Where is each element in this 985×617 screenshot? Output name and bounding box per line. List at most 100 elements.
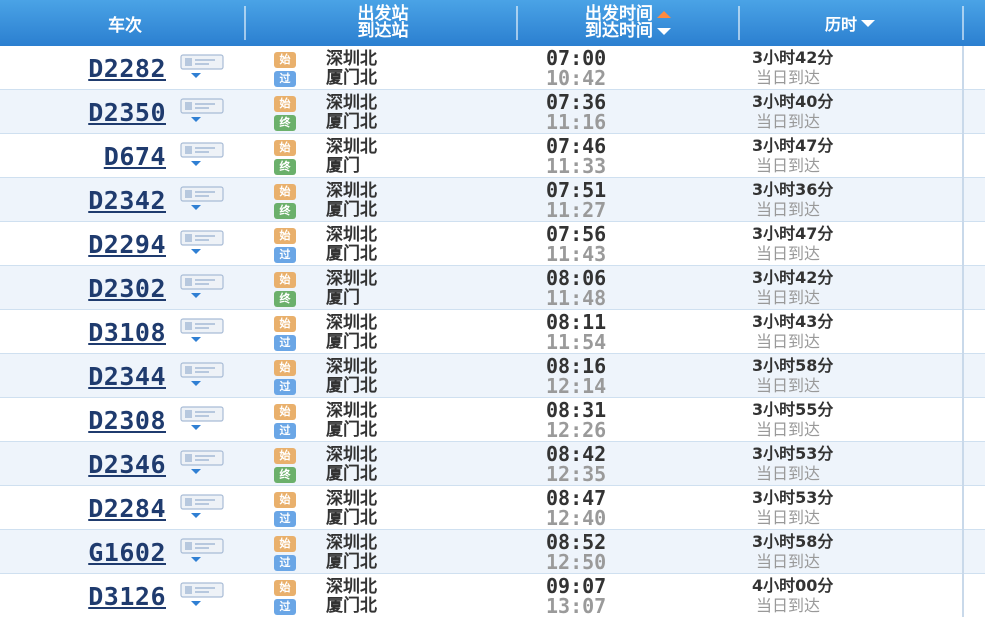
column-header-time[interactable]: 出发时间 到达时间 [518,0,738,46]
column-divider [962,46,964,90]
chevron-down-icon[interactable] [191,469,201,474]
column-header-duration[interactable]: 历时 [740,0,960,46]
from-station: 深圳北 [326,401,377,421]
duration: 3小时55分 [752,400,834,419]
arrival-day: 当日到达 [756,244,821,263]
chevron-down-icon[interactable] [191,513,201,518]
to-station: 厦门北 [326,596,377,616]
table-row[interactable]: D2342 始 深圳北 终 厦门北 07:51 11:27 3小时36分 当日到… [0,178,985,222]
column-header-train[interactable]: 车次 [0,0,250,46]
to-station: 厦门北 [326,508,377,528]
start-station-badge: 始 [274,536,296,552]
ticket-card-icon[interactable] [180,537,224,567]
table-row[interactable]: D3126 始 深圳北 过 厦门北 09:07 13:07 4小时00分 当日到… [0,574,985,617]
chevron-down-icon[interactable] [191,293,201,298]
arrival-time: 11:27 [546,198,607,222]
sort-down-icon[interactable] [861,19,875,27]
arrival-time: 12:35 [546,462,607,486]
arrival-day: 当日到达 [756,68,821,87]
departure-time: 08:06 [546,266,607,290]
arrival-time: 11:16 [546,110,607,134]
train-number-link[interactable]: D3108 [0,310,166,354]
to-station: 厦门北 [326,376,377,396]
duration: 3小时47分 [752,224,834,243]
chevron-down-icon[interactable] [191,381,201,386]
chevron-down-icon[interactable] [191,73,201,78]
chevron-down-icon[interactable] [191,337,201,342]
departure-time: 08:42 [546,442,607,466]
table-row[interactable]: D2308 始 深圳北 过 厦门北 08:31 12:26 3小时55分 当日到… [0,398,985,442]
column-divider [962,486,964,530]
chevron-down-icon[interactable] [191,117,201,122]
from-station: 深圳北 [326,489,377,509]
ticket-card-icon[interactable] [180,185,224,215]
table-row[interactable]: D2344 始 深圳北 过 厦门北 08:16 12:14 3小时58分 当日到… [0,354,985,398]
column-header-station[interactable]: 出发站 到达站 [250,0,516,46]
ticket-card-icon[interactable] [180,97,224,127]
departure-time: 09:07 [546,574,607,598]
sort-up-icon[interactable] [657,10,671,18]
chevron-down-icon[interactable] [191,557,201,562]
departure-time: 07:46 [546,134,607,158]
ticket-card-icon[interactable] [180,141,224,171]
column-header-arr-label: 到达时间 [585,21,653,41]
chevron-down-icon[interactable] [191,161,201,166]
train-number-link[interactable]: D3126 [0,574,166,617]
chevron-down-icon[interactable] [191,249,201,254]
departure-time: 07:51 [546,178,607,202]
table-row[interactable]: D2302 始 深圳北 终 厦门 08:06 11:48 3小时42分 当日到达 [0,266,985,310]
train-number-link[interactable]: D2294 [0,222,166,266]
table-row[interactable]: D2350 始 深圳北 终 厦门北 07:36 11:16 3小时40分 当日到… [0,90,985,134]
table-row[interactable]: D674 始 深圳北 终 厦门 07:46 11:33 3小时47分 当日到达 [0,134,985,178]
column-header-to-label: 到达站 [357,21,409,41]
table-row[interactable]: D2284 始 深圳北 过 厦门北 08:47 12:40 3小时53分 当日到… [0,486,985,530]
train-number-link[interactable]: D2302 [0,266,166,310]
ticket-card-icon[interactable] [180,229,224,259]
ticket-card-icon[interactable] [180,317,224,347]
train-number-link[interactable]: G1602 [0,530,166,574]
train-number-link[interactable]: D2282 [0,46,166,90]
train-number-link[interactable]: D2350 [0,90,166,134]
chevron-down-icon[interactable] [191,601,201,606]
arrival-time: 13:07 [546,594,607,617]
from-station: 深圳北 [326,181,377,201]
train-number-link[interactable]: D2346 [0,442,166,486]
duration: 3小时42分 [752,48,834,67]
train-number-link[interactable]: D2342 [0,178,166,222]
to-station: 厦门 [326,288,360,308]
duration: 3小时58分 [752,356,834,375]
terminal-station-badge: 终 [274,159,296,175]
table-row[interactable]: D2282 始 深圳北 过 厦门北 07:00 10:42 3小时42分 当日到… [0,46,985,90]
duration: 3小时53分 [752,488,834,507]
ticket-card-icon[interactable] [180,405,224,435]
table-row[interactable]: D2346 始 深圳北 终 厦门北 08:42 12:35 3小时53分 当日到… [0,442,985,486]
to-station: 厦门北 [326,332,377,352]
departure-time: 08:47 [546,486,607,510]
sort-down-icon[interactable] [657,27,671,35]
arrival-day: 当日到达 [756,552,821,571]
to-station: 厦门北 [326,200,377,220]
ticket-card-icon[interactable] [180,493,224,523]
chevron-down-icon[interactable] [191,205,201,210]
ticket-card-icon[interactable] [180,361,224,391]
start-station-badge: 始 [274,228,296,244]
start-station-badge: 始 [274,140,296,156]
start-station-badge: 始 [274,448,296,464]
arrival-day: 当日到达 [756,508,821,527]
train-number-link[interactable]: D2308 [0,398,166,442]
ticket-card-icon[interactable] [180,273,224,303]
train-number-link[interactable]: D2284 [0,486,166,530]
duration: 4小时00分 [752,576,834,595]
duration: 3小时36分 [752,180,834,199]
table-row[interactable]: D2294 始 深圳北 过 厦门北 07:56 11:43 3小时47分 当日到… [0,222,985,266]
arrival-day: 当日到达 [756,156,821,175]
train-number-link[interactable]: D2344 [0,354,166,398]
chevron-down-icon[interactable] [191,425,201,430]
train-number-link[interactable]: D674 [0,134,166,178]
departure-time: 08:52 [546,530,607,554]
table-row[interactable]: G1602 始 深圳北 过 厦门北 08:52 12:50 3小时58分 当日到… [0,530,985,574]
table-row[interactable]: D3108 始 深圳北 过 厦门北 08:11 11:54 3小时43分 当日到… [0,310,985,354]
ticket-card-icon[interactable] [180,581,224,611]
ticket-card-icon[interactable] [180,449,224,479]
ticket-card-icon[interactable] [180,53,224,83]
